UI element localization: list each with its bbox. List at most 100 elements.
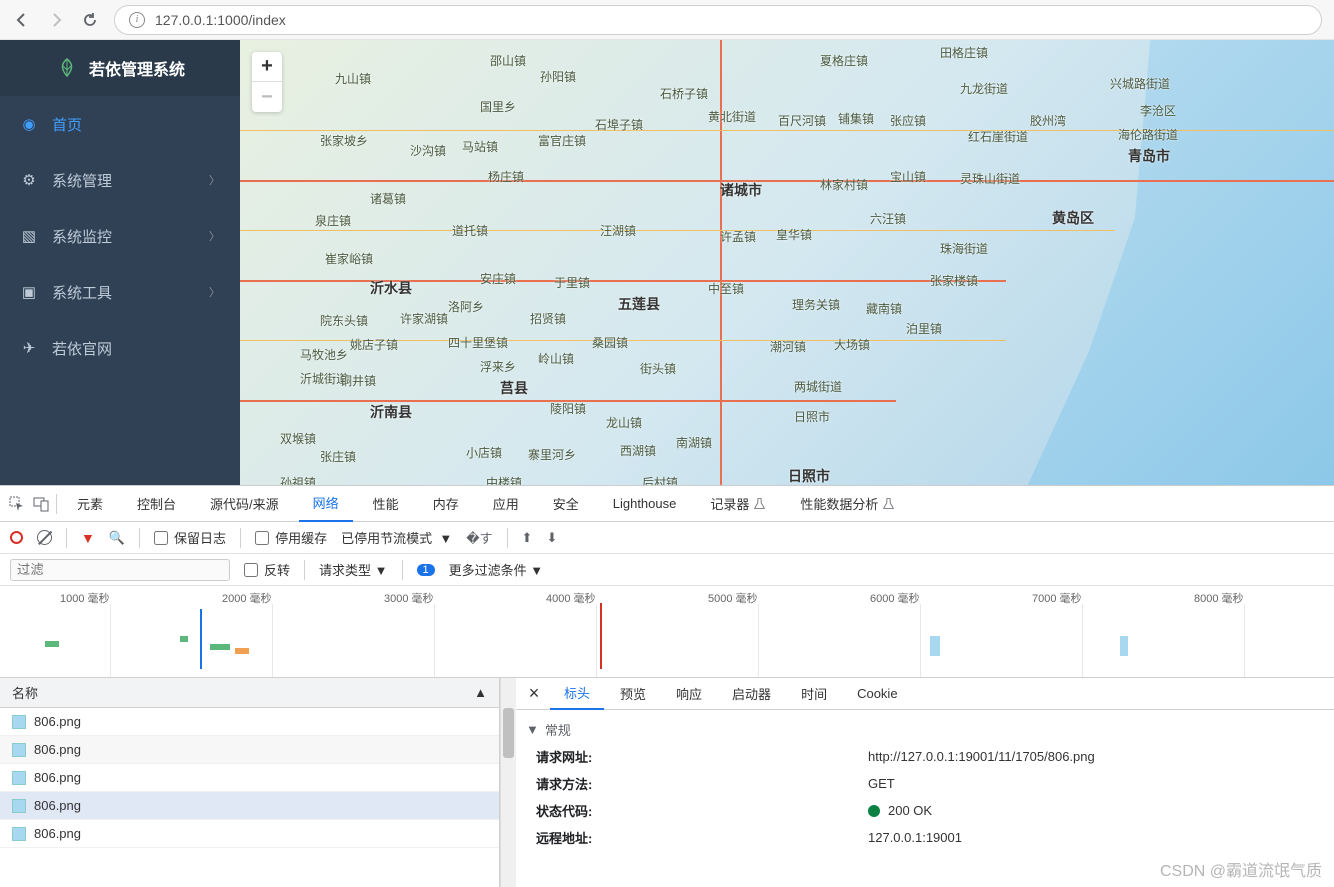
clear-button[interactable] (37, 530, 52, 545)
map-label: 黄岛区 (1052, 208, 1094, 228)
record-button[interactable] (10, 531, 23, 544)
throttling-select[interactable]: 已停用节流模式 ▼ (341, 528, 452, 547)
request-row[interactable]: 806.png (0, 736, 499, 764)
filter-input[interactable] (10, 559, 230, 581)
sidebar-item-system-monitor[interactable]: ▧ 系统监控 〉 (0, 208, 240, 264)
sidebar-item-website[interactable]: ✈ 若依官网 (0, 320, 240, 376)
map-label: 招贤镇 (530, 310, 566, 327)
detail-tab-cookies[interactable]: Cookie (843, 678, 911, 710)
map-label: 潮河镇 (770, 338, 806, 355)
devtools-tabs: 元素 控制台 源代码/来源 网络 性能 内存 应用 安全 Lighthouse … (0, 486, 1334, 522)
map-label: 石埠子镇 (595, 116, 643, 133)
sidebar-item-home[interactable]: ◉ 首页 (0, 96, 240, 152)
detail-tab-timing[interactable]: 时间 (787, 678, 841, 710)
disable-cache-checkbox[interactable]: 停用缓存 (255, 528, 327, 547)
app-title: 若依管理系统 (89, 56, 185, 80)
tab-sources[interactable]: 源代码/来源 (196, 486, 293, 522)
map-label: 石桥子镇 (660, 85, 708, 102)
list-scrollbar[interactable] (500, 678, 516, 887)
tab-perf-insights[interactable]: 性能数据分析 (786, 486, 909, 522)
request-row[interactable]: 806.png (0, 792, 499, 820)
request-row[interactable]: 806.png (0, 708, 499, 736)
tab-network[interactable]: 网络 (299, 486, 353, 522)
detail-tab-headers[interactable]: 标头 (550, 678, 604, 710)
map-label: 富官庄镇 (538, 132, 586, 149)
zoom-out-button[interactable]: − (252, 82, 282, 112)
invert-checkbox[interactable]: 反转 (244, 560, 290, 579)
forward-button[interactable] (46, 10, 66, 30)
map-label: 九龙街道 (960, 80, 1008, 97)
map-label: 张庄镇 (320, 448, 356, 465)
sidebar-item-label: 若依官网 (52, 338, 112, 359)
request-row[interactable]: 806.png (0, 820, 499, 848)
tab-memory[interactable]: 内存 (419, 486, 473, 522)
sidebar-item-system-tool[interactable]: ▣ 系统工具 〉 (0, 264, 240, 320)
map-label: 海伦路街道 (1118, 126, 1178, 143)
request-detail: × 标头 预览 响应 启动器 时间 Cookie ▼ 常规 请求网址:http:… (516, 678, 1334, 887)
tab-application[interactable]: 应用 (479, 486, 533, 522)
tab-lighthouse[interactable]: Lighthouse (599, 486, 691, 522)
map-label: 小店镇 (466, 444, 502, 461)
request-type-dropdown[interactable]: 请求类型 ▼ (319, 560, 388, 579)
header-value: 127.0.0.1:19001 (868, 828, 1314, 847)
filter-icon[interactable]: ▼ (81, 530, 95, 546)
map-label: 街头镇 (640, 360, 676, 377)
map-label: 汪湖镇 (600, 222, 636, 239)
tab-elements[interactable]: 元素 (63, 486, 117, 522)
network-split: 名称 ▲ 806.png806.png806.png806.png806.png… (0, 678, 1334, 887)
device-icon[interactable] (32, 495, 50, 513)
map-label: 孙祖镇 (280, 474, 316, 485)
map-canvas[interactable]: 九山镇邵山镇夏格庄镇田格庄镇九龙街道兴城路街道国里乡孙阳镇石桥子镇石埠子镇黄北街… (240, 40, 1334, 485)
upload-icon[interactable]: ⬆ (522, 530, 533, 546)
map-label: 中至镇 (708, 280, 744, 297)
tab-console[interactable]: 控制台 (123, 486, 190, 522)
map-label: 国里乡 (480, 98, 516, 115)
reload-button[interactable] (80, 10, 100, 30)
sidebar-item-system-manage[interactable]: ⚙ 系统管理 〉 (0, 152, 240, 208)
timeline-tick: 1000 毫秒 (60, 590, 110, 606)
map-label: 洛阿乡 (448, 298, 484, 315)
sidebar: 若依管理系统 ◉ 首页 ⚙ 系统管理 〉 ▧ 系统监控 〉 ▣ 系统工具 〉 ✈… (0, 40, 240, 485)
map-label: 龙山镇 (606, 414, 642, 431)
map-label: 夏格庄镇 (820, 52, 868, 69)
map-label: 红石崖街道 (968, 128, 1028, 145)
map-label: 张家坡乡 (320, 132, 368, 149)
address-bar[interactable]: i 127.0.0.1:1000/index (114, 5, 1322, 35)
map-label: 理务关镇 (792, 296, 840, 313)
search-icon[interactable]: 🔍 (109, 530, 125, 546)
zoom-control: + − (252, 52, 282, 112)
back-button[interactable] (12, 10, 32, 30)
request-name: 806.png (34, 798, 81, 813)
map-label: 于里镇 (554, 274, 590, 291)
detail-tab-preview[interactable]: 预览 (606, 678, 660, 710)
map-label: 六汪镇 (870, 210, 906, 227)
tab-performance[interactable]: 性能 (359, 486, 413, 522)
close-detail-button[interactable]: × (520, 683, 548, 704)
request-row[interactable]: 806.png (0, 764, 499, 792)
request-name: 806.png (34, 826, 81, 841)
tab-security[interactable]: 安全 (539, 486, 593, 522)
monitor-icon: ▧ (20, 227, 38, 245)
wifi-icon[interactable]: �す (466, 528, 492, 547)
flask-icon (882, 497, 895, 510)
map-label: 百尺河镇 (778, 112, 826, 129)
general-section[interactable]: ▼ 常规 (516, 716, 1334, 743)
detail-tab-initiator[interactable]: 启动器 (718, 678, 785, 710)
network-timeline[interactable]: 1000 毫秒2000 毫秒3000 毫秒4000 毫秒5000 毫秒6000 … (0, 586, 1334, 678)
tab-recorder[interactable]: 记录器 (696, 486, 780, 522)
timeline-tick: 6000 毫秒 (870, 590, 920, 606)
chevron-right-icon: 〉 (209, 284, 220, 300)
header-row: 请求网址:http://127.0.0.1:19001/11/1705/806.… (516, 743, 1334, 770)
more-filters-dropdown[interactable]: 更多过滤条件 ▼ (449, 560, 544, 579)
preserve-log-checkbox[interactable]: 保留日志 (154, 528, 226, 547)
map-label: 青岛市 (1128, 146, 1170, 166)
request-list-header[interactable]: 名称 ▲ (0, 678, 499, 708)
map-label: 寨里河乡 (528, 446, 576, 463)
detail-tab-response[interactable]: 响应 (662, 678, 716, 710)
info-icon: i (129, 12, 145, 28)
inspect-icon[interactable] (8, 495, 26, 513)
sidebar-item-label: 首页 (52, 114, 82, 135)
zoom-in-button[interactable]: + (252, 52, 282, 82)
download-icon[interactable]: ⬇ (546, 530, 557, 546)
timeline-tick: 2000 毫秒 (222, 590, 272, 606)
